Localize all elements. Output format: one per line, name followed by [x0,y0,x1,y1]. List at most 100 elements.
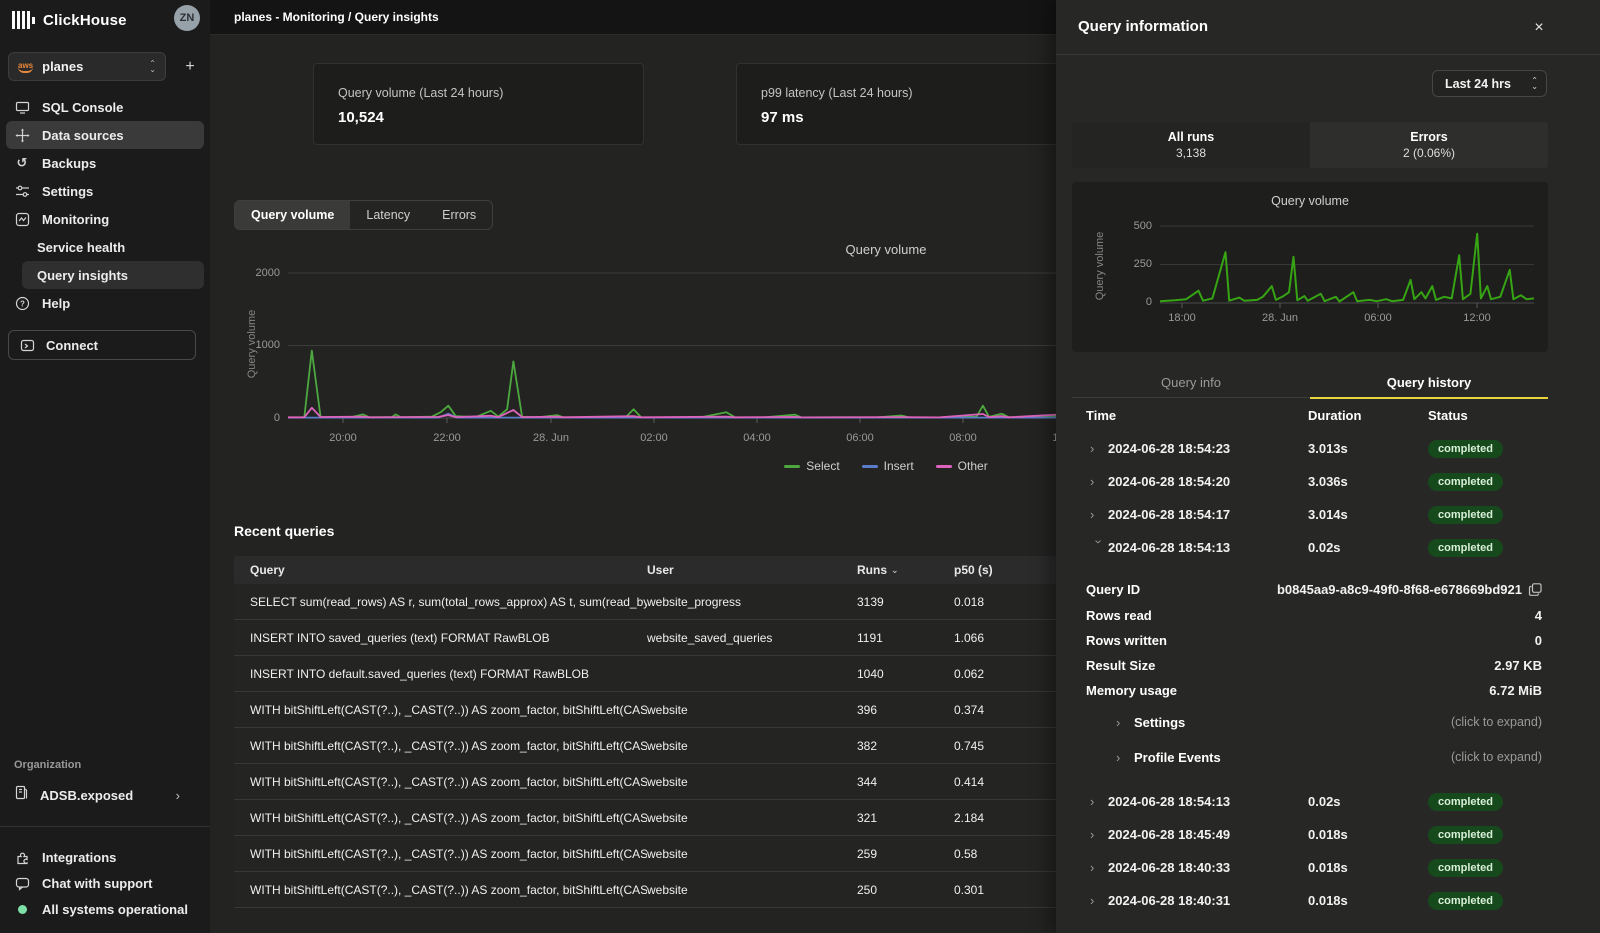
chevron-right-icon[interactable]: › [1090,794,1108,809]
history-row[interactable]: › 2024-06-28 18:54:17 3.014s completed [1056,498,1600,531]
mini-chart-title: Query volume [1072,194,1548,208]
query-detail: Query ID b0845aa9-a8c9-49f0-8f68-e678669… [1056,575,1600,773]
errors-tab[interactable]: Errors 2 (0.06%) [1310,122,1548,168]
time-range-select[interactable]: Last 24 hrs ⌃⌄ [1432,70,1547,97]
status-badge: completed [1428,826,1503,844]
expandable-settings[interactable]: › Settings (click to expand) [1056,706,1600,738]
column-header-status: Status [1428,408,1548,423]
stat-value: 10,524 [338,109,384,126]
tab-latency[interactable]: Latency [350,201,426,229]
sidebar-item-settings[interactable]: Settings [6,177,204,205]
legend-item-other[interactable]: Other [936,459,988,473]
sidebar-item-monitoring[interactable]: Monitoring [6,205,204,233]
runs-cell: 321 [857,811,954,825]
detail-value: 2.97 KB [1494,658,1542,673]
stat-card-query-volume: Query volume (Last 24 hours) 10,524 [313,63,644,145]
chevron-right-icon[interactable]: › [1092,540,1107,558]
system-status[interactable]: All systems operational [0,896,210,922]
column-header-label: Runs [857,563,887,577]
runs-cell: 1040 [857,667,954,681]
y-tick: 0 [1110,296,1152,308]
history-time: 2024-06-28 18:54:17 [1108,507,1308,522]
sidebar: ClickHouse ZN aws planes ⌃⌄ + SQL Consol… [0,0,210,933]
history-row[interactable]: › 2024-06-28 18:40:31 0.018s completed [1056,884,1600,917]
tab-query-info[interactable]: Query info [1072,368,1310,397]
column-header-query[interactable]: Query [234,563,647,577]
legend-label: Insert [884,459,914,473]
sidebar-item-label: Data sources [42,128,124,143]
organization-name: ADSB.exposed [40,788,133,803]
history-row[interactable]: › 2024-06-28 18:40:33 0.018s completed [1056,851,1600,884]
chevron-right-icon[interactable]: › [1090,441,1108,456]
history-time: 2024-06-28 18:54:20 [1108,474,1308,489]
sidebar-item-integrations[interactable]: Integrations [0,844,210,870]
mini-y-axis-label: Query volume [1094,206,1106,326]
history-duration: 0.018s [1308,827,1428,842]
column-header-user[interactable]: User [647,563,857,577]
mini-query-volume-chart[interactable] [1160,218,1534,318]
query-cell: WITH bitShiftLeft(CAST(?..), _CAST(?..))… [234,775,647,789]
user-avatar[interactable]: ZN [174,5,200,31]
detail-value: 6.72 MiB [1489,683,1542,698]
connect-button[interactable]: Connect [8,330,196,360]
errors-label: Errors [1410,130,1448,144]
all-runs-value: 3,138 [1176,146,1206,160]
mini-chart-card: Query volume Query volume 500 250 0 18:0… [1072,182,1548,352]
sidebar-item-query-insights[interactable]: Query insights [22,261,204,289]
sidebar-item-service-health[interactable]: Service health [6,233,204,261]
query-cell: WITH bitShiftLeft(CAST(?..), _CAST(?..))… [234,811,647,825]
clickhouse-logo-icon [12,11,35,29]
all-runs-tab[interactable]: All runs 3,138 [1072,122,1310,168]
stat-label: Query volume (Last 24 hours) [338,86,503,100]
history-row[interactable]: › 2024-06-28 18:45:49 0.018s completed [1056,818,1600,851]
add-workspace-button[interactable]: + [176,52,204,81]
x-tick: 22:00 [415,432,479,444]
legend-item-select[interactable]: Select [784,459,839,473]
sidebar-item-label: Backups [42,156,96,171]
expandable-profile-events[interactable]: › Profile Events (click to expand) [1056,741,1600,773]
chevron-right-icon[interactable]: › [1090,474,1108,489]
history-time: 2024-06-28 18:40:33 [1108,860,1308,875]
copy-icon[interactable] [1529,583,1542,596]
status-badge: completed [1428,793,1503,811]
workspace-selector[interactable]: aws planes ⌃⌄ [8,52,166,81]
tab-query-volume[interactable]: Query volume [235,201,350,229]
sort-caret-icon: ⌄ [891,565,899,576]
detail-row: Rows written 0 [1056,628,1600,653]
expandable-label: Settings [1134,715,1185,730]
user-cell: website [647,775,857,789]
chevron-right-icon[interactable]: › [1090,860,1108,875]
sidebar-item-backups[interactable]: ↺ Backups [6,149,204,177]
tab-query-history[interactable]: Query history [1310,368,1548,397]
history-row[interactable]: › 2024-06-28 18:54:13 0.02s completed [1056,531,1600,564]
history-duration: 0.018s [1308,860,1428,875]
user-cell: website [647,847,857,861]
status-badge: completed [1428,892,1503,910]
legend-item-insert[interactable]: Insert [862,459,914,473]
history-time: 2024-06-28 18:45:49 [1108,827,1308,842]
status-badge: completed [1428,440,1503,458]
close-icon[interactable]: × [1528,17,1550,39]
history-time: 2024-06-28 18:54:13 [1108,794,1308,809]
sidebar-item-data-sources[interactable]: Data sources [6,121,204,149]
organization-switcher[interactable]: ADSB.exposed › [0,781,210,809]
sidebar-item-chat-support[interactable]: Chat with support [0,870,210,896]
tab-errors[interactable]: Errors [426,201,492,229]
x-tick: 28. Jun [519,432,583,444]
user-cell: website_saved_queries [647,631,857,645]
chevron-right-icon[interactable]: › [1090,893,1108,908]
chevron-right-icon[interactable]: › [1090,507,1108,522]
history-row[interactable]: › 2024-06-28 18:54:13 0.02s completed [1056,785,1600,818]
detail-label: Query ID [1086,582,1140,597]
history-duration: 0.02s [1308,540,1428,555]
history-row[interactable]: › 2024-06-28 18:54:23 3.013s completed [1056,432,1600,465]
sidebar-item-help[interactable]: ? Help [6,289,204,317]
breadcrumb: planes - Monitoring / Query insights [234,10,439,24]
legend-swatch [936,465,952,468]
column-header-runs[interactable]: Runs ⌄ [857,563,954,577]
integrations-icon [14,850,30,865]
chevron-right-icon[interactable]: › [1090,827,1108,842]
detail-row: Result Size 2.97 KB [1056,653,1600,678]
history-row[interactable]: › 2024-06-28 18:54:20 3.036s completed [1056,465,1600,498]
sidebar-item-sql-console[interactable]: SQL Console [6,93,204,121]
